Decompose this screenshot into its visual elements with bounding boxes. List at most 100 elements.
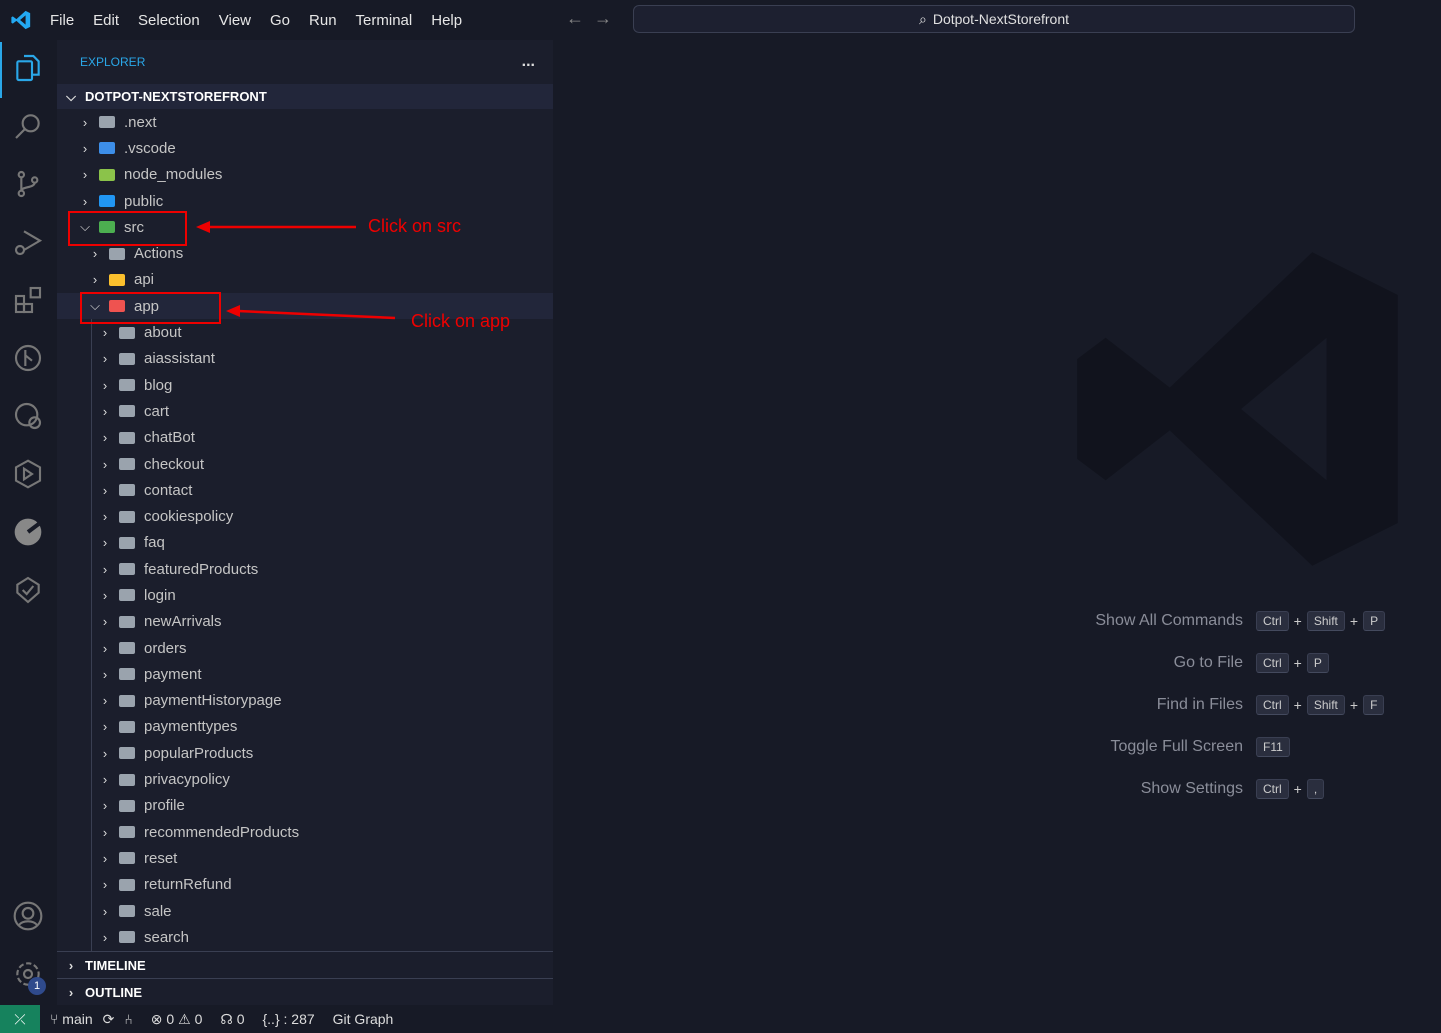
tree-item-sale[interactable]: › sale [57, 897, 553, 925]
tree-item-login[interactable]: › login [57, 582, 553, 609]
folder-icon [119, 510, 135, 523]
back-icon[interactable]: ← [566, 8, 584, 28]
tree-item-profile[interactable]: › profile [57, 792, 553, 820]
copilot-icon[interactable] [12, 516, 44, 548]
tree-item-blog[interactable]: › blog [57, 371, 553, 399]
chevron-right-icon: › [102, 614, 108, 630]
chevron-right-icon: › [102, 745, 108, 761]
shortcut-row[interactable]: Show All Commands Ctrl + Shift + P [1060, 600, 1400, 642]
shortcut-row[interactable]: Show Settings Ctrl +, [1060, 768, 1400, 810]
source-control-icon[interactable] [12, 168, 44, 200]
search-icon[interactable] [12, 110, 44, 142]
tree-item-next[interactable]: › .next [57, 109, 553, 135]
tree-item-returnrefund[interactable]: › returnRefund [57, 871, 553, 898]
chevron-right-icon: › [92, 272, 98, 288]
tree-item-privacypolicy[interactable]: › privacypolicy [57, 766, 553, 793]
status-bar: ⤫ ⑂ main ⟳ ⑃ ⊗ 0 ⚠ 0 ☊ 0 {..} : 287 Git … [0, 1005, 1441, 1033]
indent-guide [91, 398, 92, 425]
tree-item-checkout[interactable]: › checkout [57, 450, 553, 478]
tree-item-reset[interactable]: › reset [57, 845, 553, 872]
menu-view[interactable]: View [219, 12, 251, 29]
sync-icon[interactable]: ⟳ [103, 1011, 115, 1028]
tree-item-cookiespolicy[interactable]: › cookiespolicy [57, 503, 553, 530]
tree-item-search[interactable]: › search [57, 924, 553, 951]
run-debug-icon[interactable] [12, 226, 44, 258]
chevron-right-icon: › [102, 719, 108, 735]
tree-item-chatbot[interactable]: › chatBot [57, 424, 553, 451]
json-status[interactable]: {..} : 287 [262, 1011, 314, 1027]
tree-item-cart[interactable]: › cart [57, 398, 553, 425]
folder-icon [99, 195, 115, 208]
folder-icon [119, 642, 135, 655]
tree-item-newarrivals[interactable]: › newArrivals [57, 608, 553, 635]
indent-guide [91, 582, 92, 609]
folder-icon [119, 405, 135, 418]
keycap: Ctrl [1256, 779, 1289, 799]
indent-guide [91, 477, 92, 504]
tree-item-payment[interactable]: › payment [57, 661, 553, 688]
indent-guide [91, 424, 92, 451]
outline-section[interactable]: › OUTLINE [57, 978, 553, 1005]
command-center[interactable]: ⌕ Dotpot-NextStorefront [633, 5, 1355, 33]
folder-icon [119, 563, 135, 576]
ports-button[interactable]: ☊ 0 [220, 1011, 244, 1028]
tree-item-contact[interactable]: › contact [57, 477, 553, 504]
chevron-right-icon: › [102, 903, 108, 919]
tree-item-paymenthistorypage[interactable]: › paymentHistorypage [57, 687, 553, 714]
indent-guide [91, 529, 92, 557]
menu-terminal[interactable]: Terminal [356, 12, 413, 29]
remote-explorer-icon[interactable] [12, 400, 44, 432]
welcome-shortcuts: Show All Commands Ctrl + Shift + P Go to File C… [1060, 600, 1400, 810]
git-graph-icon[interactable] [12, 342, 44, 374]
testing-icon[interactable] [12, 574, 44, 606]
menu-go[interactable]: Go [270, 12, 290, 29]
tree-item-orders[interactable]: › orders [57, 634, 553, 662]
chevron-right-icon: › [68, 957, 74, 973]
chevron-right-icon: › [102, 693, 108, 709]
problems-button[interactable]: ⊗ 0 ⚠ 0 [151, 1011, 203, 1028]
git-compare-icon[interactable]: ⑃ [124, 1011, 132, 1027]
tree-item-popularproducts[interactable]: › popularProducts [57, 740, 553, 767]
tree-item-recommendedproducts[interactable]: › recommendedProducts [57, 819, 553, 846]
tree-item-aiassistant[interactable]: › aiassistant [57, 345, 553, 372]
menu-edit[interactable]: Edit [93, 12, 119, 29]
chevron-right-icon: › [102, 430, 108, 446]
more-actions-button[interactable]: ... [522, 53, 535, 71]
account-icon[interactable] [12, 900, 44, 932]
indent-guide [91, 634, 92, 662]
menu-run[interactable]: Run [309, 12, 337, 29]
tree-item-faq[interactable]: › faq [57, 529, 553, 557]
tree-item-featuredproducts[interactable]: › featuredProducts [57, 556, 553, 583]
shortcut-row[interactable]: Go to File Ctrl + P [1060, 642, 1400, 684]
folder-icon [119, 931, 135, 944]
remote-icon[interactable]: ⤫ [0, 1005, 40, 1033]
tree-item-vscode[interactable]: › .vscode [57, 135, 553, 161]
branch-icon: ⑂ [50, 1011, 59, 1027]
git-graph-button[interactable]: Git Graph [333, 1011, 394, 1027]
shortcut-row[interactable]: Toggle Full Screen F11 [1060, 726, 1400, 768]
menu-selection[interactable]: Selection [138, 12, 200, 29]
chevron-right-icon: › [102, 509, 108, 525]
workspace-root[interactable]: ⌵ DOTPOT-NEXTSTOREFRONT [57, 84, 553, 109]
tree-item-paymenttypes[interactable]: › paymenttypes [57, 713, 553, 741]
tree-item-node_modules[interactable]: › node_modules [57, 162, 553, 188]
shortcut-row[interactable]: Find in Files Ctrl + Shift + F [1060, 684, 1400, 726]
extensions-icon[interactable] [12, 284, 44, 316]
explorer-icon[interactable] [12, 52, 44, 84]
chevron-right-icon: › [102, 877, 108, 893]
branch-button[interactable]: ⑂ main [50, 1011, 93, 1027]
chevron-right-icon: › [68, 984, 74, 1000]
deploy-icon[interactable] [12, 458, 44, 490]
folder-icon [119, 773, 135, 786]
indent-guide [91, 845, 92, 872]
keycap: Shift [1306, 611, 1345, 631]
menu-help[interactable]: Help [431, 12, 462, 29]
folder-icon [119, 326, 135, 339]
indent-guide [91, 819, 92, 846]
menu-file[interactable]: File [50, 12, 74, 29]
plus-sign: + [1293, 613, 1302, 629]
indent-guide [91, 345, 92, 372]
forward-icon[interactable]: → [594, 8, 612, 28]
timeline-section[interactable]: › TIMELINE [57, 951, 553, 978]
folder-icon [119, 694, 135, 707]
